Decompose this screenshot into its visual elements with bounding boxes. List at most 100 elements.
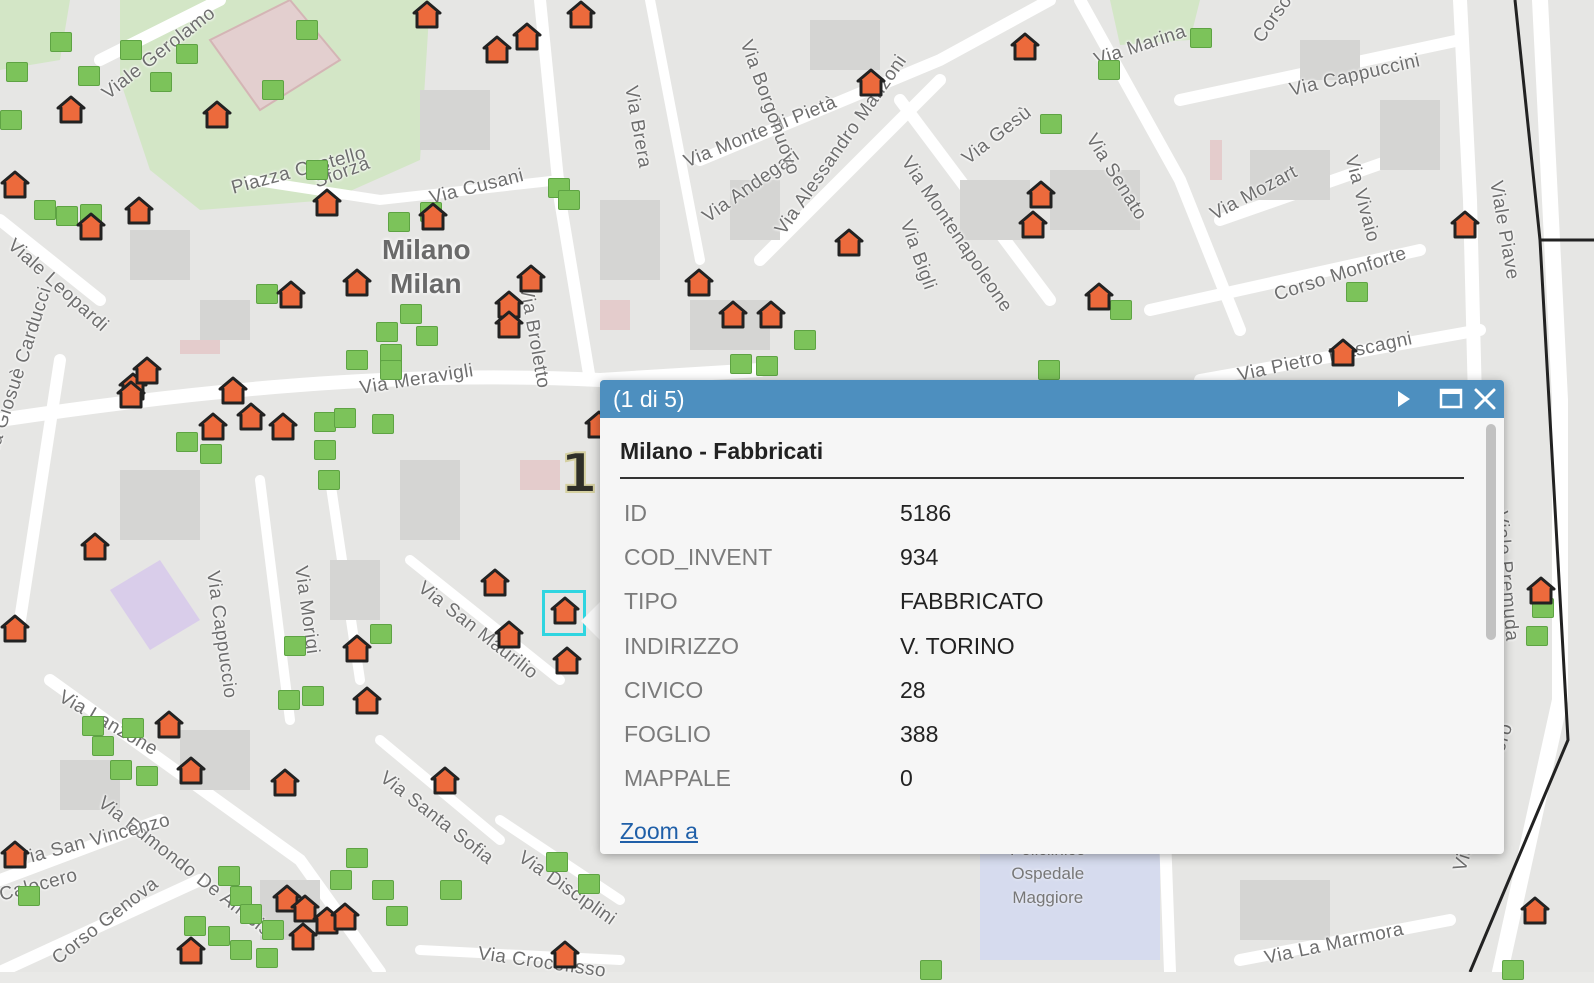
house-marker-icon[interactable] bbox=[756, 300, 786, 330]
maximize-button[interactable] bbox=[1438, 386, 1464, 412]
house-marker-icon[interactable] bbox=[418, 202, 448, 232]
house-marker-icon[interactable] bbox=[412, 0, 442, 30]
house-marker-icon[interactable] bbox=[198, 412, 228, 442]
tree-marker-icon bbox=[578, 874, 600, 894]
tree-marker-icon bbox=[120, 40, 142, 60]
attribute-key: COD_INVENT bbox=[624, 543, 773, 570]
house-marker-icon[interactable] bbox=[176, 936, 206, 966]
house-marker-icon[interactable] bbox=[312, 188, 342, 218]
house-marker-icon[interactable] bbox=[856, 68, 886, 98]
house-marker-icon[interactable] bbox=[0, 614, 30, 644]
house-marker-icon[interactable] bbox=[342, 634, 372, 664]
attribute-row: MAPPALE 0 bbox=[620, 757, 1464, 801]
tree-marker-icon bbox=[330, 870, 352, 890]
svg-text:1: 1 bbox=[560, 442, 598, 505]
tree-marker-icon bbox=[302, 686, 324, 706]
selected-feature-highlight bbox=[542, 590, 586, 636]
tree-marker-icon bbox=[184, 916, 206, 936]
tree-marker-icon bbox=[346, 848, 368, 868]
house-marker-icon[interactable] bbox=[494, 620, 524, 650]
house-marker-icon[interactable] bbox=[1026, 180, 1056, 210]
tree-marker-icon bbox=[262, 80, 284, 100]
tree-marker-icon bbox=[314, 440, 336, 460]
house-marker-icon[interactable] bbox=[270, 768, 300, 798]
tree-marker-icon bbox=[122, 718, 144, 738]
house-marker-icon[interactable] bbox=[430, 766, 460, 796]
house-marker-icon[interactable] bbox=[288, 922, 318, 952]
house-marker-icon[interactable] bbox=[56, 95, 86, 125]
tree-marker-icon bbox=[6, 62, 28, 82]
attribute-value: 28 bbox=[900, 676, 926, 703]
tree-marker-icon bbox=[386, 906, 408, 926]
tree-marker-icon bbox=[756, 356, 778, 376]
house-marker-icon[interactable] bbox=[552, 646, 582, 676]
house-marker-icon[interactable] bbox=[1084, 282, 1114, 312]
tree-marker-icon bbox=[208, 926, 230, 946]
tree-marker-icon bbox=[176, 432, 198, 452]
house-marker-icon[interactable] bbox=[352, 686, 382, 716]
house-marker-icon[interactable] bbox=[566, 0, 596, 30]
attribute-row: TIPO FABBRICATO bbox=[620, 580, 1464, 624]
tree-marker-icon bbox=[256, 948, 278, 968]
house-marker-icon[interactable] bbox=[276, 280, 306, 310]
house-marker-icon[interactable] bbox=[512, 22, 542, 52]
tree-marker-icon bbox=[1190, 28, 1212, 48]
tree-marker-icon bbox=[262, 920, 284, 940]
tree-marker-icon bbox=[136, 766, 158, 786]
house-marker-icon[interactable] bbox=[154, 710, 184, 740]
tree-marker-icon bbox=[0, 110, 22, 130]
house-marker-icon[interactable] bbox=[1328, 338, 1358, 368]
tree-marker-icon bbox=[278, 690, 300, 710]
maximize-icon bbox=[1439, 388, 1463, 409]
popup-scrollbar[interactable] bbox=[1484, 422, 1498, 812]
zoom-to-link[interactable]: Zoom a bbox=[620, 818, 698, 845]
house-marker-icon[interactable] bbox=[76, 212, 106, 242]
house-marker-icon[interactable] bbox=[1520, 896, 1550, 926]
house-marker-icon[interactable] bbox=[494, 310, 524, 340]
popup-content: Milano - Fabbricati ID 5186 COD_INVENT 934… bbox=[620, 434, 1464, 816]
house-marker-icon[interactable] bbox=[516, 264, 546, 294]
tree-marker-icon bbox=[314, 412, 336, 432]
house-marker-icon[interactable] bbox=[1450, 210, 1480, 240]
tree-marker-icon bbox=[218, 866, 240, 886]
tree-marker-icon bbox=[380, 360, 402, 380]
house-marker-icon[interactable] bbox=[116, 380, 146, 410]
house-marker-icon[interactable] bbox=[482, 35, 512, 65]
house-marker-icon[interactable] bbox=[268, 412, 298, 442]
house-marker-icon[interactable] bbox=[1526, 576, 1556, 606]
house-marker-icon[interactable] bbox=[342, 268, 372, 298]
house-marker-icon[interactable] bbox=[236, 402, 266, 432]
attribute-key: MAPPALE bbox=[624, 765, 731, 792]
next-feature-button[interactable] bbox=[1390, 386, 1416, 412]
close-button[interactable] bbox=[1472, 386, 1498, 412]
tree-marker-icon bbox=[296, 20, 318, 40]
house-marker-icon[interactable] bbox=[834, 228, 864, 258]
house-marker-icon[interactable] bbox=[80, 532, 110, 562]
house-marker-icon[interactable] bbox=[718, 300, 748, 330]
house-marker-icon[interactable] bbox=[330, 902, 360, 932]
house-marker-icon[interactable] bbox=[124, 196, 154, 226]
tree-marker-icon bbox=[1346, 282, 1368, 302]
house-marker-icon[interactable] bbox=[0, 170, 30, 200]
tree-marker-icon bbox=[920, 960, 942, 980]
tree-marker-icon bbox=[306, 160, 328, 180]
tree-marker-icon bbox=[1038, 360, 1060, 380]
house-marker-icon[interactable] bbox=[1018, 210, 1048, 240]
house-marker-icon[interactable] bbox=[684, 268, 714, 298]
tree-marker-icon bbox=[318, 470, 340, 490]
house-marker-icon[interactable] bbox=[550, 940, 580, 970]
tree-marker-icon bbox=[50, 32, 72, 52]
tree-marker-icon bbox=[82, 716, 104, 736]
house-marker-icon[interactable] bbox=[480, 568, 510, 598]
tree-marker-icon bbox=[18, 886, 40, 906]
attribute-value: 5186 bbox=[900, 499, 952, 526]
house-marker-icon[interactable] bbox=[202, 100, 232, 130]
house-marker-icon[interactable] bbox=[176, 756, 206, 786]
scrollbar-thumb[interactable] bbox=[1486, 424, 1496, 640]
tree-marker-icon bbox=[558, 190, 580, 210]
city-label: Milano bbox=[382, 234, 471, 265]
house-marker-icon[interactable] bbox=[0, 840, 30, 870]
attribute-row: INDIRIZZO V. TORINO bbox=[620, 624, 1464, 668]
popup-pointer bbox=[581, 601, 601, 641]
house-marker-icon[interactable] bbox=[1010, 32, 1040, 62]
